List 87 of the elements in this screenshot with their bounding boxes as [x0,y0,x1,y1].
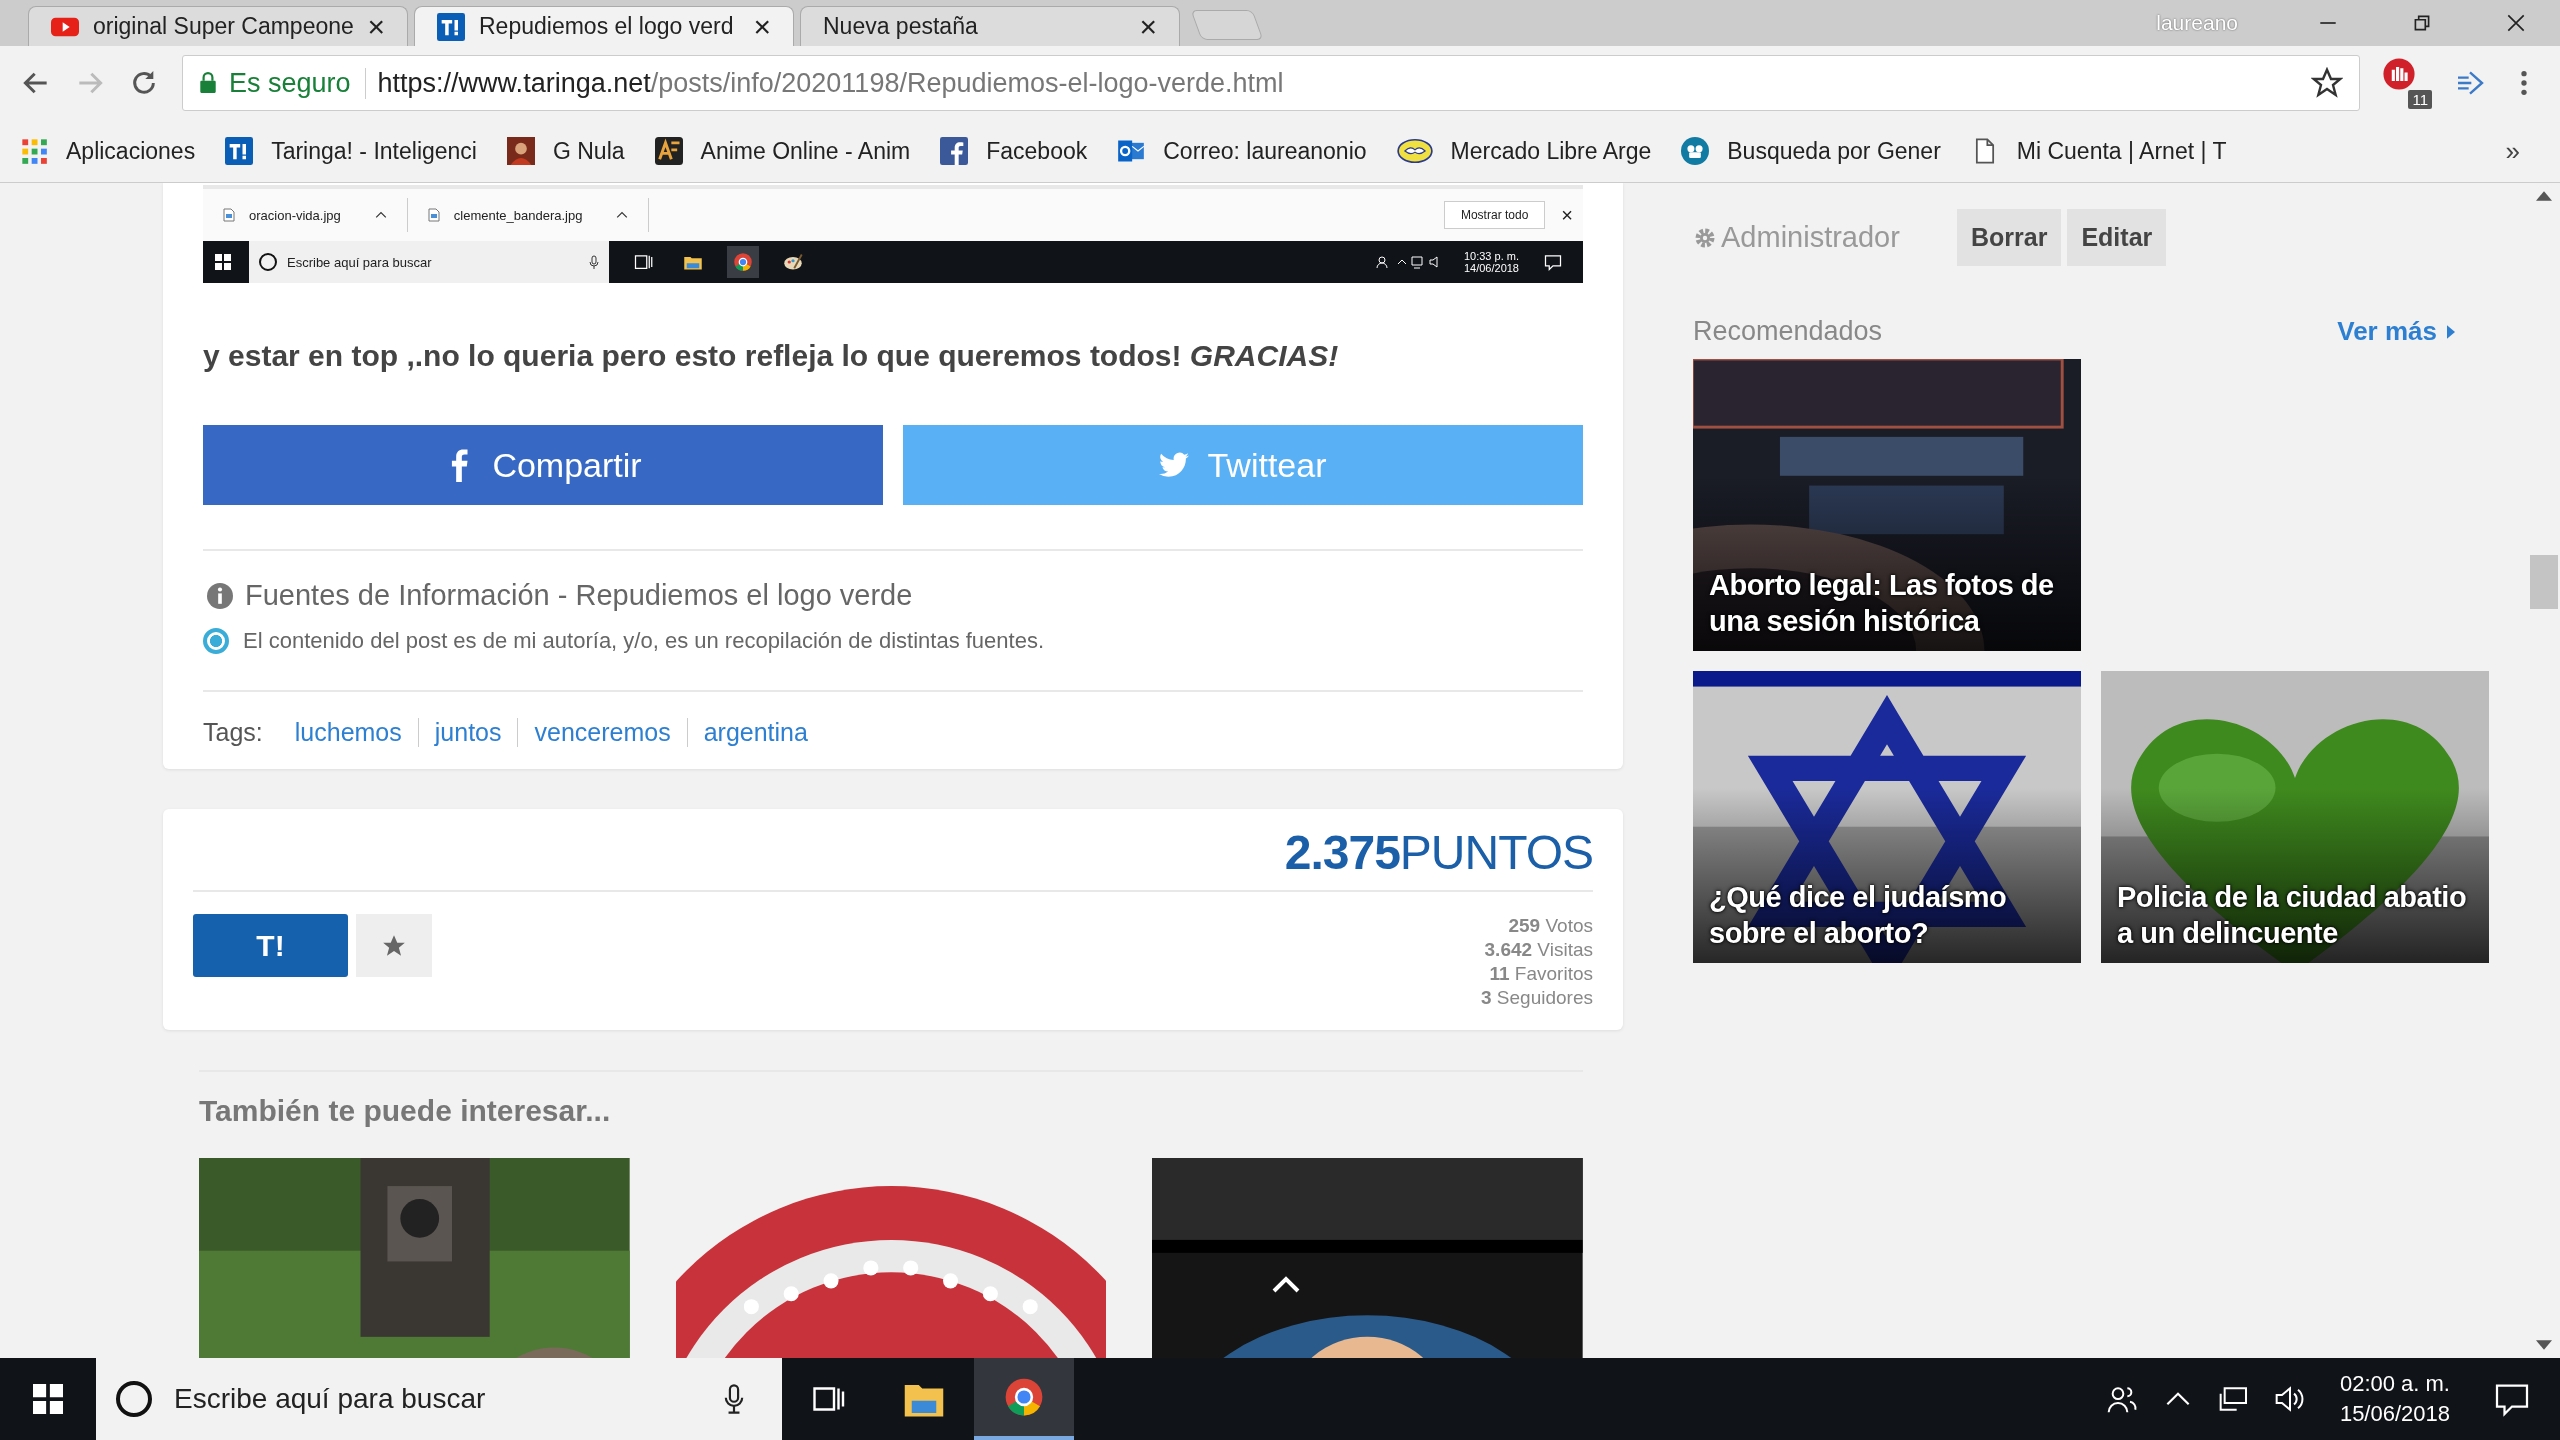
image-file-icon [427,208,440,222]
bookmark[interactable]: Mercado Libre Arge [1396,137,1652,165]
tag-link[interactable]: juntos [417,718,518,747]
recommended-card[interactable]: ¿Qué dice el judaísmo sobre el aborto? [1693,671,2081,963]
scroll-top-icon[interactable] [1271,1274,1301,1294]
avatar-icon [507,137,535,165]
card-title: Policia de la ciudad abatio a un delincuente [2117,880,2468,951]
camera-icon [1681,137,1710,165]
source-note: El contenido del post es de mi autoría, y/o, es un recopilación de distintas fuentes. [243,628,1045,654]
security-label: Es seguro [229,67,366,99]
card-title: Aborto legal: Las fotos de una sesión histórica [1709,568,2055,639]
see-more-link[interactable]: Ver más [2337,316,2455,347]
scrollbar-thumb[interactable] [2530,555,2558,609]
points-total: 2.375PUNTOS [1284,825,1593,880]
apps-icon [20,137,48,165]
clock: 10:33 p. m. 14/06/2018 [1463,250,1519,274]
stat-line: 11 Favoritos [1489,962,1593,986]
clock[interactable]: 02:00 a. m. 15/06/2018 [2339,1369,2450,1429]
card-title: ¿Qué dice el judaísmo sobre el aborto? [1709,880,2008,951]
tag-link[interactable]: luchemos [278,718,418,747]
windows-icon [215,254,231,270]
tab-title: Repudiemos el logo verd [479,13,735,40]
bookmark[interactable]: Facebook [940,137,1088,165]
windows-icon[interactable] [33,1384,63,1414]
search-field[interactable]: Escribe aquí para buscar [96,1358,782,1440]
tag-link[interactable]: venceremos [517,718,687,747]
tag-link[interactable]: argentina [686,718,824,747]
browser-tab[interactable]: original Super Campeone × [28,6,408,46]
taringa-logo-icon [225,137,254,165]
extension-badge: 11 [2408,90,2432,109]
bookmark[interactable]: G Nula [507,137,625,165]
scroll-down-icon[interactable] [2536,1340,2552,1350]
stat-line: 259 Votos [1508,914,1593,938]
radio-button[interactable] [203,628,229,654]
sources-title: Fuentes de Información - Repudiemos el logo verde [245,579,913,612]
bookmark[interactable]: Busqueda por Gener [1681,137,1941,165]
af-logo-icon [654,137,683,165]
image-file-icon [223,208,235,222]
download-name: oracion-vida.jpg [249,207,341,223]
microphone-icon[interactable] [724,1384,744,1414]
recommended-card[interactable]: Policia de la ciudad abatio a un delincuente [2101,671,2489,963]
bookmark[interactable]: Aplicaciones [20,137,196,165]
bookmark[interactable]: Mi Cuenta | Arnet | T [1970,137,2227,165]
notification-icon[interactable] [2494,1381,2530,1417]
close-icon[interactable] [2505,12,2527,34]
tab-title: original Super Campeone [93,13,354,40]
chrome-icon[interactable] [1003,1376,1045,1418]
recommended-card[interactable]: Aborto legal: Las fotos de una sesión histórica [1693,359,2081,651]
bookmark[interactable]: Taringa! - Inteligenci [225,137,477,165]
section-title: Recomendados [1693,316,1883,347]
give-points-button[interactable]: T! [193,914,348,977]
chrome-icon [727,246,759,278]
section-title: También te puede interesar... [199,1094,612,1128]
bookmark[interactable]: Anime Online - Anim [654,137,911,165]
caret-icon [2447,324,2455,339]
close-icon: × [1561,203,1573,227]
browser-tab[interactable]: Nueva pestaña × [800,6,1180,46]
bookmark[interactable]: Correo: laureanonio [1117,137,1367,165]
post-text: y estar en top ,.no lo queria pero esto refleja lo que queremos todos! GRACIAS! [203,339,1340,373]
browser-tab[interactable]: Repudiemos el logo verd × [414,6,794,46]
scroll-up-icon[interactable] [2536,191,2552,201]
tab-title: Nueva pestaña [823,13,979,40]
facebook-icon [940,137,969,165]
more-bookmarks[interactable]: » [2505,135,2520,167]
close-icon[interactable]: × [367,11,385,42]
address-bar[interactable]: Es seguro https://www.taringa.net/posts/info/20201198/Repudiemos-el-logo-verde.html [182,55,2360,111]
admin-button[interactable]: Editar [2067,209,2167,266]
info-icon [207,582,233,609]
lock-icon [199,72,217,94]
microphone-icon [589,255,599,269]
admin-label: Administrador [1721,221,1901,254]
star-icon[interactable] [2311,67,2343,99]
favorite-button[interactable] [356,914,432,977]
cortana-icon [259,253,277,271]
stat-line: 3.642 Visitas [1484,938,1593,962]
close-icon[interactable]: × [753,11,771,42]
admin-button[interactable]: Borrar [1957,209,2062,266]
tags-label: Tags: [203,718,263,747]
caret-icon [374,211,387,219]
close-icon[interactable]: × [1139,11,1157,42]
url-text: https://www.taringa.net/posts/info/20201198/Repudiemos-el-logo-verde.html [377,67,1284,99]
share-button[interactable]: Compartir [203,425,883,505]
caret-icon [616,211,629,219]
taringa-logo-icon [437,12,465,41]
download-name: clemente_bandera.jpg [453,207,583,223]
cortana-icon [116,1381,152,1417]
stat-line: 3 Seguidores [1481,986,1593,1010]
